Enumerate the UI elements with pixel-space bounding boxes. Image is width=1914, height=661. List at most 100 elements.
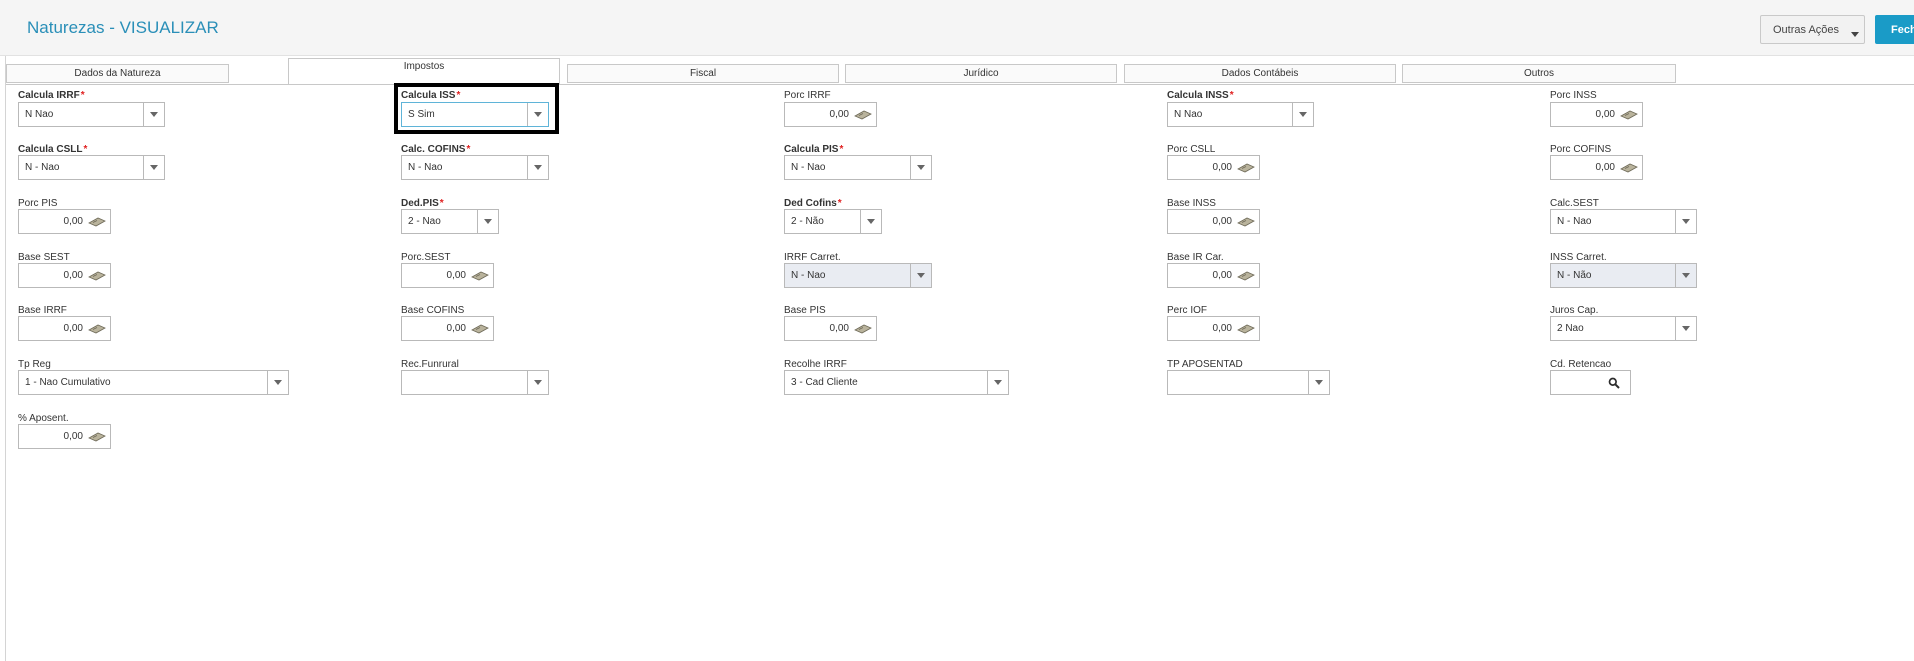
money-icon xyxy=(471,324,489,334)
calcula-iss-select[interactable]: S Sim xyxy=(401,102,549,127)
juros-cap-label: Juros Cap. xyxy=(1550,305,1599,316)
calcula-pis-label: Calcula PIS* xyxy=(784,144,843,155)
calcula-csll-label: Calcula CSLL* xyxy=(18,144,87,155)
base-pis-input[interactable]: 0,00 xyxy=(784,316,877,341)
tab-fiscal[interactable]: Fiscal xyxy=(567,64,839,83)
outras-acoes-button[interactable]: Outras Ações xyxy=(1760,15,1865,44)
base-ir-car-value: 0,00 xyxy=(1212,270,1232,281)
calc-sest-select[interactable]: N - Nao xyxy=(1550,209,1697,234)
juros-cap-select[interactable]: 2 Nao xyxy=(1550,316,1697,341)
ded-cofins-select[interactable]: 2 - Não xyxy=(784,209,882,234)
recolhe-irrf-label: Recolhe IRRF xyxy=(784,359,847,370)
porc-cofins-value: 0,00 xyxy=(1595,162,1615,173)
money-icon xyxy=(88,217,106,227)
ded-pis-label-text: Ded.PIS xyxy=(401,198,439,209)
calcula-irrf-select[interactable]: N Nao xyxy=(18,102,165,127)
base-cofins-input[interactable]: 0,00 xyxy=(401,316,494,341)
cd-retencao-input[interactable] xyxy=(1550,370,1631,395)
fechar-button[interactable]: Fech xyxy=(1875,15,1914,44)
recolhe-irrf-select[interactable]: 3 - Cad Cliente xyxy=(784,370,1009,395)
ded-pis-select[interactable]: 2 - Nao xyxy=(401,209,499,234)
money-icon xyxy=(1237,217,1255,227)
required-mark: * xyxy=(439,198,444,209)
base-irrf-input[interactable]: 0,00 xyxy=(18,316,111,341)
porc-csll-input[interactable]: 0,00 xyxy=(1167,155,1260,180)
calcula-inss-label-text: Calcula INSS xyxy=(1167,90,1229,101)
base-pis-value: 0,00 xyxy=(829,323,849,334)
base-cofins-value: 0,00 xyxy=(446,323,466,334)
chevron-down-icon xyxy=(860,210,881,233)
porc-sest-value: 0,00 xyxy=(446,270,466,281)
inss-carret-select[interactable]: N - Não xyxy=(1550,263,1697,288)
porc-inss-input[interactable]: 0,00 xyxy=(1550,102,1643,127)
irrf-carret-select[interactable]: N - Nao xyxy=(784,263,932,288)
tp-aposentad-select[interactable] xyxy=(1167,370,1330,395)
perc-aposent-input[interactable]: 0,00 xyxy=(18,424,111,449)
rec-funrural-label: Rec.Funrural xyxy=(401,359,459,370)
chevron-down-icon xyxy=(143,103,164,126)
calcula-irrf-label-text: Calcula IRRF xyxy=(18,90,80,101)
ded-cofins-label: Ded Cofins* xyxy=(784,198,842,209)
base-sest-label: Base SEST xyxy=(18,252,70,263)
base-sest-input[interactable]: 0,00 xyxy=(18,263,111,288)
chevron-down-icon xyxy=(527,103,548,126)
base-irrf-value: 0,00 xyxy=(63,323,83,334)
search-icon[interactable] xyxy=(1608,377,1620,389)
rec-funrural-select[interactable] xyxy=(401,370,549,395)
base-ir-car-input[interactable]: 0,00 xyxy=(1167,263,1260,288)
perc-iof-label: Perc IOF xyxy=(1167,305,1208,316)
tab-impostos[interactable]: Impostos xyxy=(288,58,560,84)
calcula-pis-label-text: Calcula PIS xyxy=(784,144,839,155)
cd-retencao-label: Cd. Retencao xyxy=(1550,359,1612,370)
chevron-down-icon xyxy=(1308,371,1329,394)
perc-aposent-label: % Aposent. xyxy=(18,413,69,424)
porc-cofins-input[interactable]: 0,00 xyxy=(1550,155,1643,180)
ded-cofins-value: 2 - Não xyxy=(791,216,824,227)
money-icon xyxy=(1237,163,1255,173)
tab-divider xyxy=(6,84,1914,85)
calcula-iss-label: Calcula ISS* xyxy=(401,90,460,101)
calcula-inss-select[interactable]: N Nao xyxy=(1167,102,1314,127)
base-inss-value: 0,00 xyxy=(1212,216,1232,227)
calc-cofins-select[interactable]: N - Nao xyxy=(401,155,549,180)
porc-sest-input[interactable]: 0,00 xyxy=(401,263,494,288)
calcula-iss-label-text: Calcula ISS xyxy=(401,90,456,101)
porc-inss-label: Porc INSS xyxy=(1550,90,1597,101)
tab-juridico[interactable]: Jurídico xyxy=(845,64,1117,83)
calcula-irrf-label: Calcula IRRF* xyxy=(18,90,85,101)
calcula-irrf-value: N Nao xyxy=(25,109,54,120)
irrf-carret-value: N - Nao xyxy=(791,270,826,281)
calcula-pis-value: N - Nao xyxy=(791,162,826,173)
calc-cofins-value: N - Nao xyxy=(408,162,443,173)
base-cofins-label: Base COFINS xyxy=(401,305,465,316)
porc-irrf-input[interactable]: 0,00 xyxy=(784,102,877,127)
tab-dados-contabeis[interactable]: Dados Contábeis xyxy=(1124,64,1396,83)
money-icon xyxy=(1620,110,1638,120)
calcula-csll-select[interactable]: N - Nao xyxy=(18,155,165,180)
required-mark: * xyxy=(837,198,842,209)
recolhe-irrf-value: 3 - Cad Cliente xyxy=(791,377,858,388)
calc-sest-value: N - Nao xyxy=(1557,216,1592,227)
outras-acoes-label: Outras Ações xyxy=(1773,23,1840,36)
calcula-pis-select[interactable]: N - Nao xyxy=(784,155,932,180)
porc-cofins-label: Porc COFINS xyxy=(1550,144,1612,155)
chevron-down-icon xyxy=(987,371,1008,394)
required-mark: * xyxy=(466,144,471,155)
tp-reg-select[interactable]: 1 - Nao Cumulativo xyxy=(18,370,289,395)
required-mark: * xyxy=(83,144,88,155)
required-mark: * xyxy=(1229,90,1234,101)
required-mark: * xyxy=(839,144,844,155)
porc-pis-input[interactable]: 0,00 xyxy=(18,209,111,234)
base-ir-car-label: Base IR Car. xyxy=(1167,252,1224,263)
tab-dados-natureza[interactable]: Dados da Natureza xyxy=(6,64,229,83)
money-icon xyxy=(471,271,489,281)
base-inss-input[interactable]: 0,00 xyxy=(1167,209,1260,234)
chevron-down-icon xyxy=(527,371,548,394)
calc-sest-label: Calc.SEST xyxy=(1550,198,1599,209)
tab-outros[interactable]: Outros xyxy=(1402,64,1676,83)
required-mark: * xyxy=(80,90,85,101)
porc-csll-label: Porc CSLL xyxy=(1167,144,1216,155)
perc-iof-input[interactable]: 0,00 xyxy=(1167,316,1260,341)
base-sest-value: 0,00 xyxy=(63,270,83,281)
calc-cofins-label: Calc. COFINS* xyxy=(401,144,470,155)
